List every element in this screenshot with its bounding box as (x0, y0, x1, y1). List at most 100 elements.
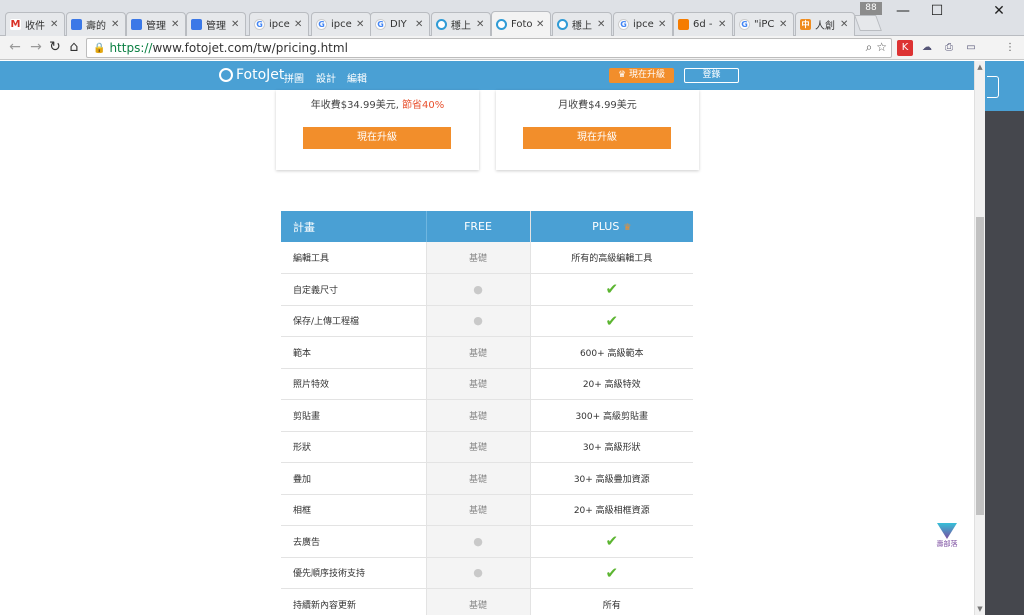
check-icon: ✔ (530, 557, 693, 589)
lock-icon: 🔒 (93, 42, 106, 54)
zoom-icon[interactable]: ⌕ (866, 40, 873, 54)
upgrade-monthly-button[interactable]: 現在升級 (523, 127, 671, 149)
extension-box-icon[interactable]: ▭ (963, 40, 979, 56)
tab-close-icon[interactable]: ✕ (658, 19, 668, 30)
browser-tab[interactable]: 壽的 ✕ (66, 12, 126, 36)
menu-icon[interactable]: ⋮ (1002, 40, 1018, 56)
page-scrollbar[interactable]: ▲ ▼ (974, 61, 985, 615)
browser-tab[interactable]: Gipce ✕ (311, 12, 371, 36)
reload-icon[interactable]: ↻ (46, 38, 64, 56)
address-bar[interactable]: 🔒 https://www.fotojet.com/tw/pricing.htm… (86, 38, 892, 58)
google-icon: G (739, 19, 750, 30)
close-window-icon[interactable]: ✕ (984, 2, 1014, 20)
tab-title: 穩上 (572, 21, 592, 32)
table-row: 自定義尺寸 ● ✔ (281, 273, 693, 306)
tab-close-icon[interactable]: ✕ (294, 19, 304, 30)
nav-design[interactable]: 設計 (316, 70, 336, 85)
check-icon: ✔ (530, 273, 693, 306)
scroll-up-icon[interactable]: ▲ (975, 61, 985, 73)
browser-tab[interactable]: 管理 ✕ (126, 12, 186, 36)
tab-close-icon[interactable]: ✕ (415, 19, 425, 30)
star-icon[interactable]: ☆ (876, 40, 887, 54)
plus-value: 30+ 高級形狀 (530, 431, 693, 463)
home-icon[interactable]: ⌂ (65, 38, 83, 56)
free-value: 基礎 (425, 431, 531, 463)
feature-name: 持續新內容更新 (281, 588, 426, 615)
watermark-mark-icon (937, 523, 957, 539)
nav-edit[interactable]: 編輯 (347, 70, 367, 85)
tab-close-icon[interactable]: ✕ (840, 19, 850, 30)
discount-label: 節省40% (402, 100, 445, 111)
tab-close-icon[interactable]: ✕ (111, 19, 121, 30)
web-page: FotoJet 拼圖 設計 編輯 ♛ 現在升級 登錄 年收費$34.99美元, … (0, 61, 974, 615)
extension-cloud-icon[interactable]: ☁ (919, 40, 935, 56)
tab-close-icon[interactable]: ✕ (50, 19, 60, 30)
browser-tab[interactable]: Foto ✕ (491, 11, 551, 37)
fotojet-logo[interactable]: FotoJet (219, 67, 284, 83)
header-free: FREE (425, 211, 531, 242)
browser-tab[interactable]: G DIY ✕ (370, 12, 430, 36)
feature-name: 範本 (281, 336, 426, 369)
upgrade-yearly-button[interactable]: 現在升級 (303, 127, 451, 149)
background-window-button (987, 76, 999, 98)
browser-tab[interactable]: Gipce ✕ (249, 12, 309, 36)
tab-close-icon[interactable]: ✕ (718, 19, 728, 30)
omnibox-actions: ⌕ ☆ (866, 40, 887, 55)
browser-tab[interactable]: G "iPC ✕ (734, 12, 794, 36)
tab-close-icon[interactable]: ✕ (171, 19, 181, 30)
table-row: 疊加 基礎 30+ 高級疊加資源 (281, 462, 693, 495)
check-icon: ✔ (530, 525, 693, 558)
plus-value: 所有的高級編輯工具 (530, 242, 693, 274)
doc-icon (191, 19, 202, 30)
table-row: 範本 基礎 600+ 高級範本 (281, 336, 693, 369)
free-value: 基礎 (425, 242, 531, 274)
dot-icon: ● (425, 273, 531, 306)
scroll-down-icon[interactable]: ▼ (975, 603, 985, 615)
feature-name: 自定義尺寸 (281, 273, 426, 306)
browser-tab[interactable]: Gipce ✕ (613, 12, 673, 36)
orange-icon (678, 19, 689, 30)
google-icon: G (618, 19, 629, 30)
browser-tab[interactable]: 穩上 ✕ (431, 12, 491, 36)
tab-close-icon[interactable]: ✕ (476, 19, 486, 30)
tab-title: 6d - (693, 19, 713, 30)
browser-tab[interactable]: 穩上 ✕ (552, 12, 612, 36)
tab-title: 管理 (206, 21, 226, 32)
tab-close-icon[interactable]: ✕ (597, 19, 607, 30)
tab-close-icon[interactable]: ✕ (356, 19, 366, 30)
card-price: 年收費$34.99美元, 節省40% (310, 100, 445, 111)
browser-tab[interactable]: 管理 ✕ (186, 12, 246, 36)
maximize-icon[interactable]: ☐ (922, 2, 952, 20)
plan-card-monthly: 月收費$4.99美元 現在升級 (496, 90, 699, 170)
free-value: 基礎 (425, 588, 531, 615)
tab-close-icon[interactable]: ✕ (779, 19, 789, 30)
scroll-thumb[interactable] (976, 217, 984, 515)
google-icon: G (375, 19, 386, 30)
browser-tab[interactable]: 中人創 ✕ (795, 12, 855, 36)
login-button[interactable]: 登錄 (684, 68, 739, 83)
tab-close-icon[interactable]: ✕ (536, 19, 546, 30)
upgrade-now-button[interactable]: ♛ 現在升級 (609, 68, 674, 83)
feature-name: 相框 (281, 494, 426, 526)
header-plan: 計畫 (281, 211, 427, 242)
extension-red-icon[interactable]: K (897, 40, 913, 56)
tab-title: 壽的 (86, 21, 106, 32)
logo-mark-icon (219, 68, 233, 82)
plus-value: 300+ 高級剪貼畫 (530, 399, 693, 432)
plus-value: 所有 (530, 588, 693, 615)
browser-tab[interactable]: 6d - ✕ (673, 12, 733, 36)
forward-icon[interactable]: → (27, 38, 45, 56)
tab-title: ipce (633, 19, 654, 30)
swirl-icon (557, 19, 568, 30)
browser-tab[interactable]: M 收件 ✕ (5, 12, 65, 36)
nav-collage[interactable]: 拼圖 (284, 70, 304, 85)
profile-badge[interactable]: 88 (860, 2, 882, 15)
back-icon[interactable]: ← (6, 38, 24, 56)
extension-tray-icon[interactable]: ⎙ (941, 40, 957, 56)
tab-close-icon[interactable]: ✕ (231, 19, 241, 30)
minimize-icon[interactable]: — (888, 2, 918, 20)
feature-name: 優先順序技術支持 (281, 557, 426, 589)
feature-name: 剪貼畫 (281, 399, 426, 432)
new-tab-button[interactable] (854, 15, 882, 31)
plan-card-yearly: 年收費$34.99美元, 節省40% 現在升級 (276, 90, 479, 170)
